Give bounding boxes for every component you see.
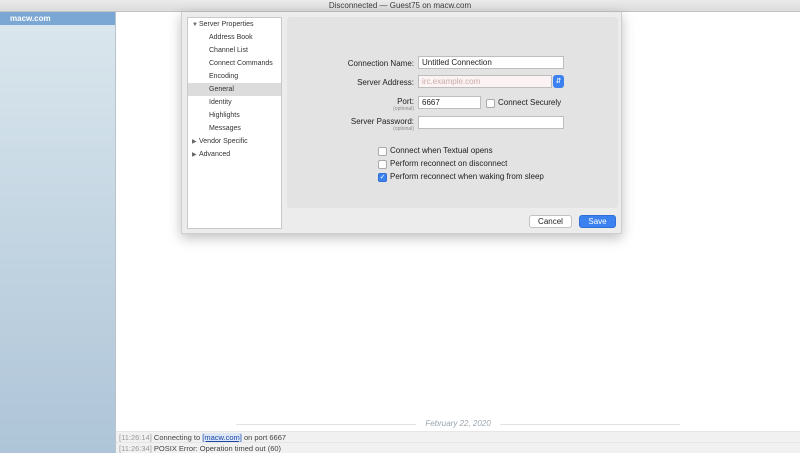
password-optional-note: (optional) bbox=[393, 126, 414, 132]
server-link[interactable]: [macw.com] bbox=[202, 433, 242, 442]
triangle-down-icon[interactable]: ▼ bbox=[192, 19, 199, 32]
nav-item-label: Identity bbox=[209, 99, 232, 106]
server-properties-sheet: ▼Server Properties Address Book Channel Li… bbox=[181, 12, 622, 234]
reconnect-on-wake-label: Perform reconnect when waking from sleep bbox=[390, 172, 544, 181]
reconnect-on-wake-checkbox[interactable]: ✓ bbox=[378, 173, 387, 182]
nav-item-general[interactable]: General bbox=[188, 83, 281, 96]
nav-item-channel-list[interactable]: Channel List bbox=[188, 44, 281, 57]
connect-on-open-checkbox[interactable] bbox=[378, 147, 387, 156]
nav-item-encoding[interactable]: Encoding bbox=[188, 70, 281, 83]
nav-item-connect-commands[interactable]: Connect Commands bbox=[188, 57, 281, 70]
log-line: [11:26:14] Connecting to [macw.com] on p… bbox=[116, 431, 800, 442]
nav-item-label: General bbox=[209, 86, 234, 93]
nav-item-label: Channel List bbox=[209, 47, 248, 54]
server-sidebar: macw.com bbox=[0, 12, 116, 453]
nav-item-label: Highlights bbox=[209, 112, 240, 119]
connection-name-label: Connection Name: bbox=[347, 59, 414, 68]
nav-item-label: Address Book bbox=[209, 34, 253, 41]
log-text: on port 6667 bbox=[241, 433, 287, 442]
log-timestamp: [11:26:14] bbox=[119, 433, 152, 442]
connect-securely-checkbox[interactable] bbox=[486, 99, 495, 108]
nav-item-advanced[interactable]: ▶ Advanced bbox=[188, 148, 281, 161]
reconnect-on-disconnect-label: Perform reconnect on disconnect bbox=[390, 159, 508, 168]
nav-item-vendor-specific[interactable]: ▶ Vendor Specific bbox=[188, 135, 281, 148]
nav-item-highlights[interactable]: Highlights bbox=[188, 109, 281, 122]
nav-item-label: Encoding bbox=[209, 73, 239, 80]
reconnect-on-disconnect-checkbox[interactable] bbox=[378, 160, 387, 169]
nav-item-label: Vendor Specific bbox=[199, 138, 248, 145]
nav-item-label: Messages bbox=[209, 125, 241, 132]
server-address-label: Server Address: bbox=[357, 78, 414, 87]
cancel-button[interactable]: Cancel bbox=[529, 215, 572, 228]
server-password-field[interactable] bbox=[418, 116, 564, 129]
nav-item-identity[interactable]: Identity bbox=[188, 96, 281, 109]
message-log: [11:26:14] Connecting to [macw.com] on p… bbox=[116, 431, 800, 453]
triangle-right-icon[interactable]: ▶ bbox=[192, 149, 199, 162]
log-text: POSIX Error: Operation timed out (60) bbox=[151, 444, 282, 453]
log-timestamp: [11:26:34] bbox=[119, 444, 152, 453]
log-line: [11:26:34] POSIX Error: Operation timed … bbox=[116, 442, 800, 453]
nav-item-label: Connect Commands bbox=[209, 60, 273, 67]
connection-name-field[interactable] bbox=[418, 56, 564, 69]
properties-nav-list: ▼Server Properties Address Book Channel Li… bbox=[187, 17, 282, 229]
connect-securely-label: Connect Securely bbox=[498, 98, 562, 107]
general-settings-panel: Connection Name: Server Address: ⇵ Port:… bbox=[287, 17, 618, 208]
nav-item-address-book[interactable]: Address Book bbox=[188, 31, 281, 44]
nav-item-label: Advanced bbox=[199, 151, 231, 158]
nav-item-label: Server Properties bbox=[199, 21, 254, 28]
port-optional-note: (optional) bbox=[393, 106, 414, 112]
window-title: Disconnected — Guest75 on macw.com bbox=[0, 0, 800, 12]
chevron-updown-icon[interactable]: ⇵ bbox=[553, 75, 564, 88]
date-divider: February 22, 2020 bbox=[116, 417, 800, 431]
nav-item-messages[interactable]: Messages bbox=[188, 122, 281, 135]
log-text: Connecting to bbox=[151, 433, 203, 442]
sidebar-item-server[interactable]: macw.com bbox=[0, 12, 115, 25]
nav-item-server-properties[interactable]: ▼Server Properties bbox=[188, 18, 281, 31]
port-field[interactable] bbox=[418, 96, 481, 109]
save-button[interactable]: Save bbox=[579, 215, 616, 228]
server-password-label: Server Password: bbox=[350, 117, 414, 126]
port-label: Port: bbox=[397, 97, 414, 106]
server-address-field[interactable] bbox=[418, 75, 552, 88]
checkmark-icon: ✓ bbox=[379, 174, 386, 181]
connect-on-open-label: Connect when Textual opens bbox=[390, 146, 493, 155]
